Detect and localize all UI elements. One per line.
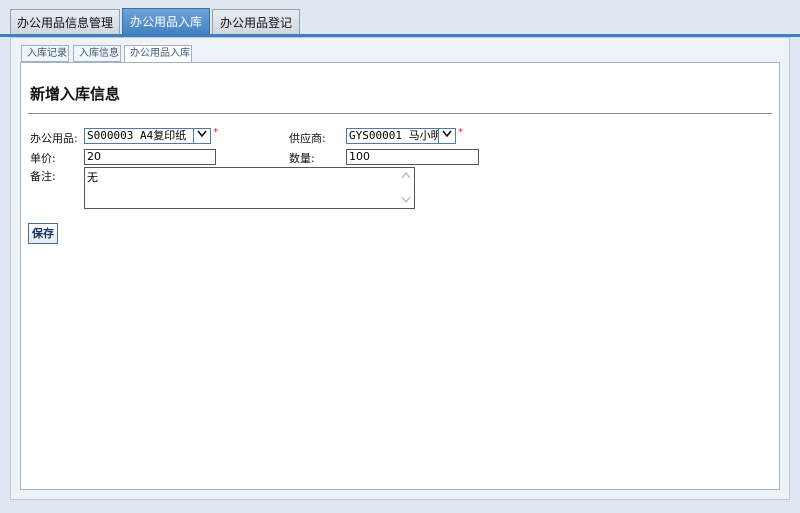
- subtab-supply-stock-in[interactable]: 办公用品入库: [124, 45, 192, 63]
- scroll-up-icon[interactable]: [400, 172, 412, 182]
- price-label: 单价:: [30, 152, 56, 165]
- supplier-label: 供应商:: [289, 132, 326, 145]
- remark-textarea[interactable]: 无: [84, 167, 415, 209]
- tab-supply-info-management[interactable]: 办公用品信息管理: [10, 9, 120, 35]
- tab-supply-stock-in[interactable]: 办公用品入库: [122, 8, 210, 36]
- supply-label: 办公用品:: [30, 132, 78, 145]
- supplier-select-value: GYS00001 马小明: [349, 129, 442, 142]
- supply-select[interactable]: S000003 A4复印纸: [84, 128, 211, 144]
- supply-select-value: S000003 A4复印纸: [87, 129, 187, 142]
- page-title: 新增入库信息: [30, 85, 121, 103]
- tab-supply-registration[interactable]: 办公用品登记: [212, 9, 300, 35]
- price-input[interactable]: 20: [84, 149, 216, 165]
- subtab-stock-in-info[interactable]: 入库信息: [73, 45, 121, 62]
- chevron-down-icon[interactable]: [193, 129, 210, 143]
- save-button[interactable]: 保存: [28, 223, 58, 244]
- scroll-down-icon[interactable]: [400, 196, 412, 206]
- remark-label: 备注:: [30, 170, 56, 183]
- title-divider: [28, 113, 772, 114]
- chevron-down-icon[interactable]: [438, 129, 455, 143]
- supplier-select[interactable]: GYS00001 马小明: [346, 128, 456, 144]
- content-frame: 入库记录 入库信息 办公用品入库 新增入库信息 办公用品: S000003 A4…: [10, 37, 790, 500]
- quantity-label: 数量:: [289, 152, 315, 165]
- remark-value: 无: [87, 171, 98, 184]
- form-panel: 新增入库信息 办公用品: S000003 A4复印纸 * 供应商: GYS000…: [20, 62, 780, 490]
- quantity-input[interactable]: 100: [346, 149, 479, 165]
- supply-required-mark: *: [213, 127, 218, 138]
- subtab-stock-in-records[interactable]: 入库记录: [21, 45, 69, 62]
- supplier-required-mark: *: [458, 127, 463, 138]
- top-tab-bar: 办公用品信息管理 办公用品入库 办公用品登记: [0, 0, 800, 37]
